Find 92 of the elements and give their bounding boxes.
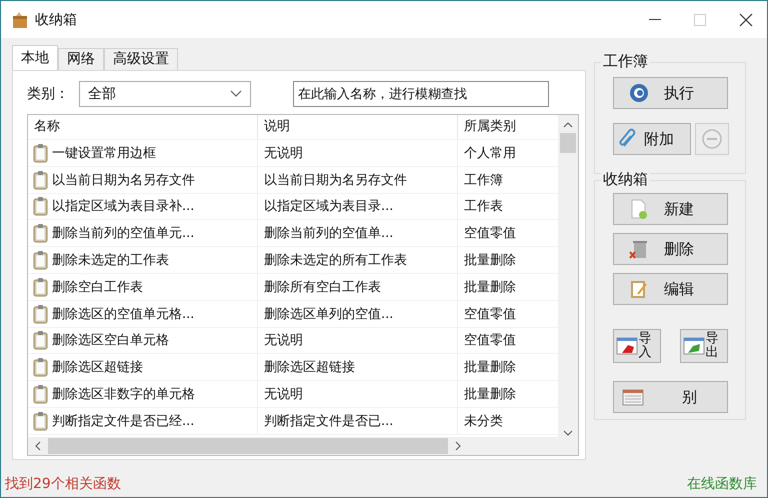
scroll-right-icon xyxy=(454,441,462,451)
description-cell: 删除未选定的所有工作表 xyxy=(258,247,458,273)
category-cell-text: 工作表 xyxy=(463,198,504,216)
list-row[interactable]: 删除选区空白单元格 无说明 空值零值 xyxy=(28,328,558,354)
name-cell-text: 删除当前列的空值单元... xyxy=(52,225,194,242)
import-button[interactable]: 导入 xyxy=(613,329,661,363)
clipboard-icon xyxy=(32,384,50,404)
horizontal-scrollbar[interactable] xyxy=(28,437,578,455)
scroll-up-icon xyxy=(563,121,573,129)
category-label: 类别： xyxy=(27,85,70,103)
list-row[interactable]: 删除选区的空值单元格... 删除选区单列的空值... 空值零值 xyxy=(28,300,558,328)
new-button[interactable]: 新建 xyxy=(613,193,728,225)
scroll-thumb[interactable] xyxy=(48,438,448,454)
name-cell-text: 删除选区空白单元格 xyxy=(52,332,169,350)
category-cell-text: 批量删除 xyxy=(463,386,517,404)
column-header[interactable]: 说明 xyxy=(258,115,458,139)
minus-circle-icon xyxy=(701,128,723,150)
category-button[interactable]: 别 xyxy=(613,381,728,413)
description-cell: 删除所有空白工作表 xyxy=(258,274,458,300)
scroll-left-icon xyxy=(34,441,42,451)
delete-button[interactable]: 删除 xyxy=(613,233,728,265)
chevron-down-icon xyxy=(230,90,242,98)
description-cell: 以指定区域为表目录... xyxy=(258,194,458,220)
name-cell-text: 以指定区域为表目录补... xyxy=(52,198,194,216)
list-row[interactable]: 删除选区非数字的单元格 无说明 批量删除 xyxy=(28,381,558,408)
category-cell-text: 工作簿 xyxy=(463,172,504,190)
scroll-thumb[interactable] xyxy=(560,133,576,153)
clipboard-icon xyxy=(32,196,50,216)
clipboard-icon xyxy=(32,170,50,190)
description-cell: 无说明 xyxy=(258,381,458,407)
category-cell-text: 个人常用 xyxy=(463,144,517,163)
result-count: 找到29个相关函数 xyxy=(5,475,121,493)
export-button[interactable]: 导出 xyxy=(680,329,728,363)
clipboard-icon xyxy=(32,223,50,244)
category-cell-text: 空值零值 xyxy=(463,332,517,350)
trash-icon xyxy=(628,238,650,260)
description-cell: 删除选区单列的空值... xyxy=(258,300,458,327)
list-row[interactable]: 判断指定文件是否已经... 判断指定文件是否已... 未分类 xyxy=(28,408,558,435)
name-cell-text: 删除未选定的工作表 xyxy=(52,252,169,270)
name-cell-text: 一键设置常用边框 xyxy=(52,144,156,162)
list-row[interactable]: 以指定区域为表目录补... 以指定区域为表目录... 工作表 xyxy=(28,194,558,220)
edit-button[interactable]: 编辑 xyxy=(613,273,728,305)
list-row[interactable]: 删除空白工作表 删除所有空白工作表 批量删除 xyxy=(28,274,558,301)
vertical-scrollbar[interactable] xyxy=(558,115,578,437)
column-header[interactable]: 所属类别 xyxy=(458,115,558,139)
tab[interactable]: 高级设置 xyxy=(104,48,178,70)
tab[interactable]: 本地 xyxy=(12,45,58,70)
run-button[interactable]: 执行 xyxy=(613,77,728,109)
description-cell: 无说明 xyxy=(258,328,458,354)
description-cell: 删除当前列的空值单... xyxy=(258,220,458,246)
group-title: 工作簿 xyxy=(601,52,650,71)
name-cell-text: 删除空白工作表 xyxy=(52,278,143,296)
name-cell-text: 删除选区的空值单元格... xyxy=(52,306,194,323)
category-cell-text: 空值零值 xyxy=(463,306,517,324)
minimize-icon xyxy=(649,19,661,20)
name-cell-text: 判断指定文件是否已经... xyxy=(52,412,194,430)
description-cell: 以当前日期为名另存文件 xyxy=(258,166,458,193)
attach-button[interactable]: 附加 xyxy=(613,123,691,155)
scroll-down-icon xyxy=(563,429,573,437)
category-cell-text: 批量删除 xyxy=(463,359,517,378)
window-title: 收纳箱 xyxy=(35,10,78,28)
clipboard-icon xyxy=(32,357,50,378)
list-row[interactable]: 删除未选定的工作表 删除未选定的所有工作表 批量删除 xyxy=(28,247,558,274)
list-row[interactable]: 删除选区超链接 删除选区超链接 批量删除 xyxy=(28,354,558,382)
search-field[interactable]: 在此输入名称，进行模糊查找 xyxy=(293,81,549,107)
description-cell: 删除选区超链接 xyxy=(258,354,458,380)
clipboard-icon xyxy=(32,410,50,431)
category-cell-text: 空值零值 xyxy=(463,225,517,244)
clipboard-icon xyxy=(32,304,50,324)
category-cell-text: 批量删除 xyxy=(463,278,517,297)
description-cell: 无说明 xyxy=(258,140,458,166)
group-title: 收纳箱 xyxy=(601,170,650,189)
list-row[interactable]: 一键设置常用边框 无说明 个人常用 xyxy=(28,140,558,167)
clipboard-icon xyxy=(32,276,50,297)
category-dropdown[interactable]: 全部 xyxy=(79,81,251,107)
category-cell-text: 未分类 xyxy=(463,412,504,431)
close-icon xyxy=(739,12,753,26)
maximize-icon xyxy=(693,12,707,26)
name-cell-text: 删除选区超链接 xyxy=(52,359,143,376)
list-row[interactable]: 删除当前列的空值单元... 删除当前列的空值单... 空值零值 xyxy=(28,220,558,248)
clipboard-icon xyxy=(32,330,50,350)
column-header[interactable]: 名称 xyxy=(28,115,258,139)
description-cell: 判断指定文件是否已... xyxy=(258,408,458,434)
list-row[interactable]: 以当前日期为名另存文件 以当前日期为名另存文件 工作簿 xyxy=(28,166,558,194)
tab[interactable]: 网络 xyxy=(58,48,104,70)
name-cell-text: 删除选区非数字的单元格 xyxy=(52,386,195,404)
online-library-link[interactable]: 在线函数库 xyxy=(687,475,757,493)
name-cell-text: 以当前日期为名另存文件 xyxy=(52,172,195,189)
clipboard-icon xyxy=(32,142,50,163)
category-cell-text: 批量删除 xyxy=(463,252,517,270)
box-icon xyxy=(11,10,29,28)
clipboard-icon xyxy=(32,250,50,270)
